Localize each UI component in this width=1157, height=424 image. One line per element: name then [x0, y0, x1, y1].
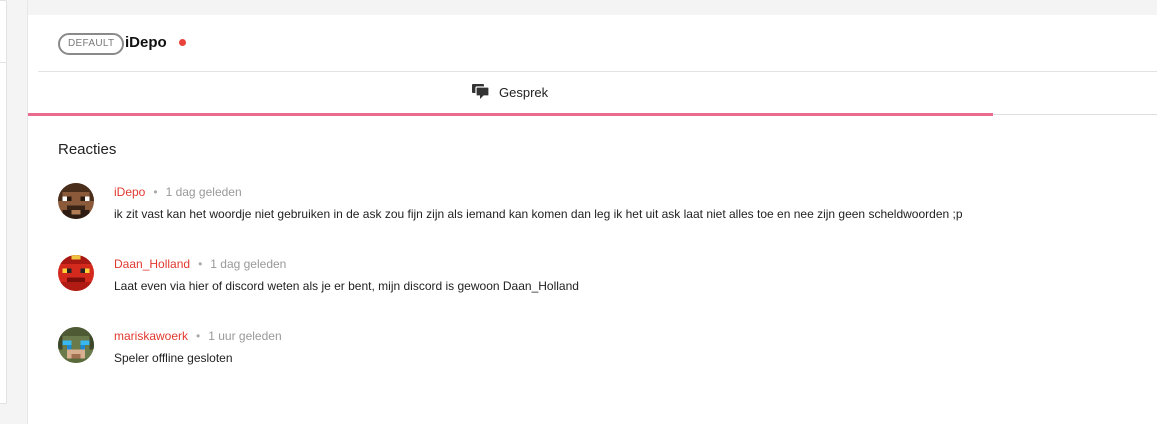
comment-timestamp: 1 dag geleden: [165, 185, 242, 199]
comment-author[interactable]: mariskawoerk: [114, 329, 188, 343]
comment-author[interactable]: Daan_Holland: [114, 257, 190, 271]
tab-gesprek-label: Gesprek: [499, 85, 549, 100]
tab-bar: Gesprek: [28, 72, 1157, 116]
left-panel-divider: [0, 62, 6, 63]
tab-gesprek[interactable]: Gesprek: [28, 72, 993, 116]
meta-separator: •: [196, 329, 201, 343]
left-panel: [0, 0, 7, 404]
comments-heading: Reacties: [58, 141, 117, 158]
top-gap: [28, 0, 1157, 15]
avatar[interactable]: [58, 327, 94, 363]
comment-item: iDepo • 1 dag geleden ik zit vast kan het …: [58, 183, 1138, 223]
default-badge: DEFAULT: [58, 33, 125, 55]
comment-text: Speler offline gesloten: [114, 351, 233, 365]
comment-meta: Daan_Holland • 1 dag geleden: [114, 256, 286, 272]
comment-author[interactable]: iDepo: [114, 185, 145, 199]
comment-timestamp: 1 uur geleden: [208, 329, 282, 343]
status-dot: [179, 39, 186, 46]
avatar[interactable]: [58, 255, 94, 291]
comment-item: mariskawoerk • 1 uur geleden Speler offlin…: [58, 327, 1138, 367]
avatar[interactable]: [58, 183, 94, 219]
comment-text: Laat even via hier of discord weten als …: [114, 279, 579, 293]
comment-meta: iDepo • 1 dag geleden: [114, 184, 242, 200]
meta-separator: •: [198, 257, 203, 271]
conversation-header: DEFAULT iDepo: [38, 15, 1157, 72]
chat-bubbles-icon: [472, 84, 490, 99]
comment-text: ik zit vast kan het woordje niet gebruik…: [114, 207, 963, 221]
comment-meta: mariskawoerk • 1 uur geleden: [114, 328, 282, 344]
main-panel: DEFAULT iDepo Gesprek Reacties iDepo • 1…: [27, 0, 1157, 424]
comment-item: Daan_Holland • 1 dag geleden Laat even via…: [58, 255, 1138, 295]
meta-separator: •: [153, 185, 158, 199]
conversation-title: iDepo: [125, 34, 167, 51]
comment-timestamp: 1 dag geleden: [210, 257, 287, 271]
